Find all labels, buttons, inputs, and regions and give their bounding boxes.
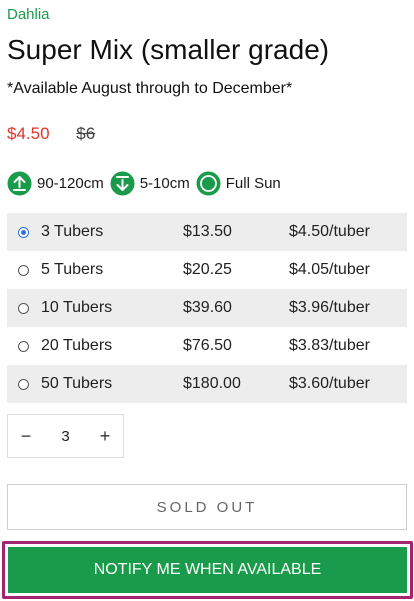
attribute-depth: 5-10cm xyxy=(110,171,190,196)
notify-me-button[interactable]: NOTIFY ME WHEN AVAILABLE xyxy=(8,547,407,593)
attribute-sun: Full Sun xyxy=(196,171,281,196)
variant-price: $39.60 xyxy=(183,299,232,316)
variant-quantity: 5 Tubers xyxy=(41,261,104,278)
variant-unit-price: $3.60/tuber xyxy=(289,375,370,392)
variant-quantity: 10 Tubers xyxy=(41,299,113,316)
variant-unit-price: $4.05/tuber xyxy=(289,261,370,278)
quantity-stepper: − 3 + xyxy=(7,414,124,458)
variant-row-5-tubers[interactable]: 5 Tubers $20.25 $4.05/tuber xyxy=(7,251,407,289)
compare-price: $6 xyxy=(76,124,96,143)
sold-out-button[interactable]: SOLD OUT xyxy=(7,484,407,530)
quantity-increase-button[interactable]: + xyxy=(87,426,123,447)
variant-row-50-tubers[interactable]: 50 Tubers $180.00 $3.60/tuber xyxy=(7,365,407,403)
variant-radio[interactable] xyxy=(18,302,29,314)
variant-price: $20.25 xyxy=(183,261,232,278)
variant-quantity: 20 Tubers xyxy=(41,337,113,354)
attribute-label: Full Sun xyxy=(225,174,281,192)
variant-quantity: 50 Tubers xyxy=(41,375,113,392)
quantity-input[interactable]: 3 xyxy=(44,428,87,445)
variant-list: 3 Tubers $13.50 $4.50/tuber 5 Tubers $20… xyxy=(7,213,407,403)
sale-price: $4.50 xyxy=(7,124,50,143)
variant-radio[interactable] xyxy=(18,378,29,390)
variant-price: $76.50 xyxy=(183,337,232,354)
variant-quantity: 3 Tubers xyxy=(41,223,104,240)
quantity-decrease-button[interactable]: − xyxy=(8,426,44,447)
plant-attributes: 90-120cm 5-10cm Full Sun xyxy=(7,170,287,196)
attribute-height: 90-120cm xyxy=(7,171,104,196)
variant-row-20-tubers[interactable]: 20 Tubers $76.50 $3.83/tuber xyxy=(7,327,407,365)
attribute-label: 5-10cm xyxy=(139,174,190,192)
variant-price: $13.50 xyxy=(183,223,232,240)
variant-radio[interactable] xyxy=(18,340,29,352)
notify-button-focus-ring: NOTIFY ME WHEN AVAILABLE xyxy=(2,541,413,599)
price-block: $4.50 $6 xyxy=(7,124,95,144)
product-vendor[interactable]: Dahlia xyxy=(7,6,50,23)
variant-radio-selected[interactable] xyxy=(18,226,29,238)
variant-unit-price: $3.96/tuber xyxy=(289,299,370,316)
depth-down-icon xyxy=(110,171,135,196)
variant-unit-price: $3.83/tuber xyxy=(289,337,370,354)
variant-row-3-tubers[interactable]: 3 Tubers $13.50 $4.50/tuber xyxy=(7,213,407,251)
height-up-icon xyxy=(7,171,32,196)
attribute-label: 90-120cm xyxy=(37,174,104,192)
availability-note: *Available August through to December* xyxy=(7,80,293,97)
variant-row-10-tubers[interactable]: 10 Tubers $39.60 $3.96/tuber xyxy=(7,289,407,327)
product-title: Super Mix (smaller grade) xyxy=(7,34,330,65)
variant-price: $180.00 xyxy=(183,375,241,392)
variant-radio[interactable] xyxy=(18,264,29,276)
full-sun-icon xyxy=(196,171,221,196)
variant-unit-price: $4.50/tuber xyxy=(289,223,370,240)
